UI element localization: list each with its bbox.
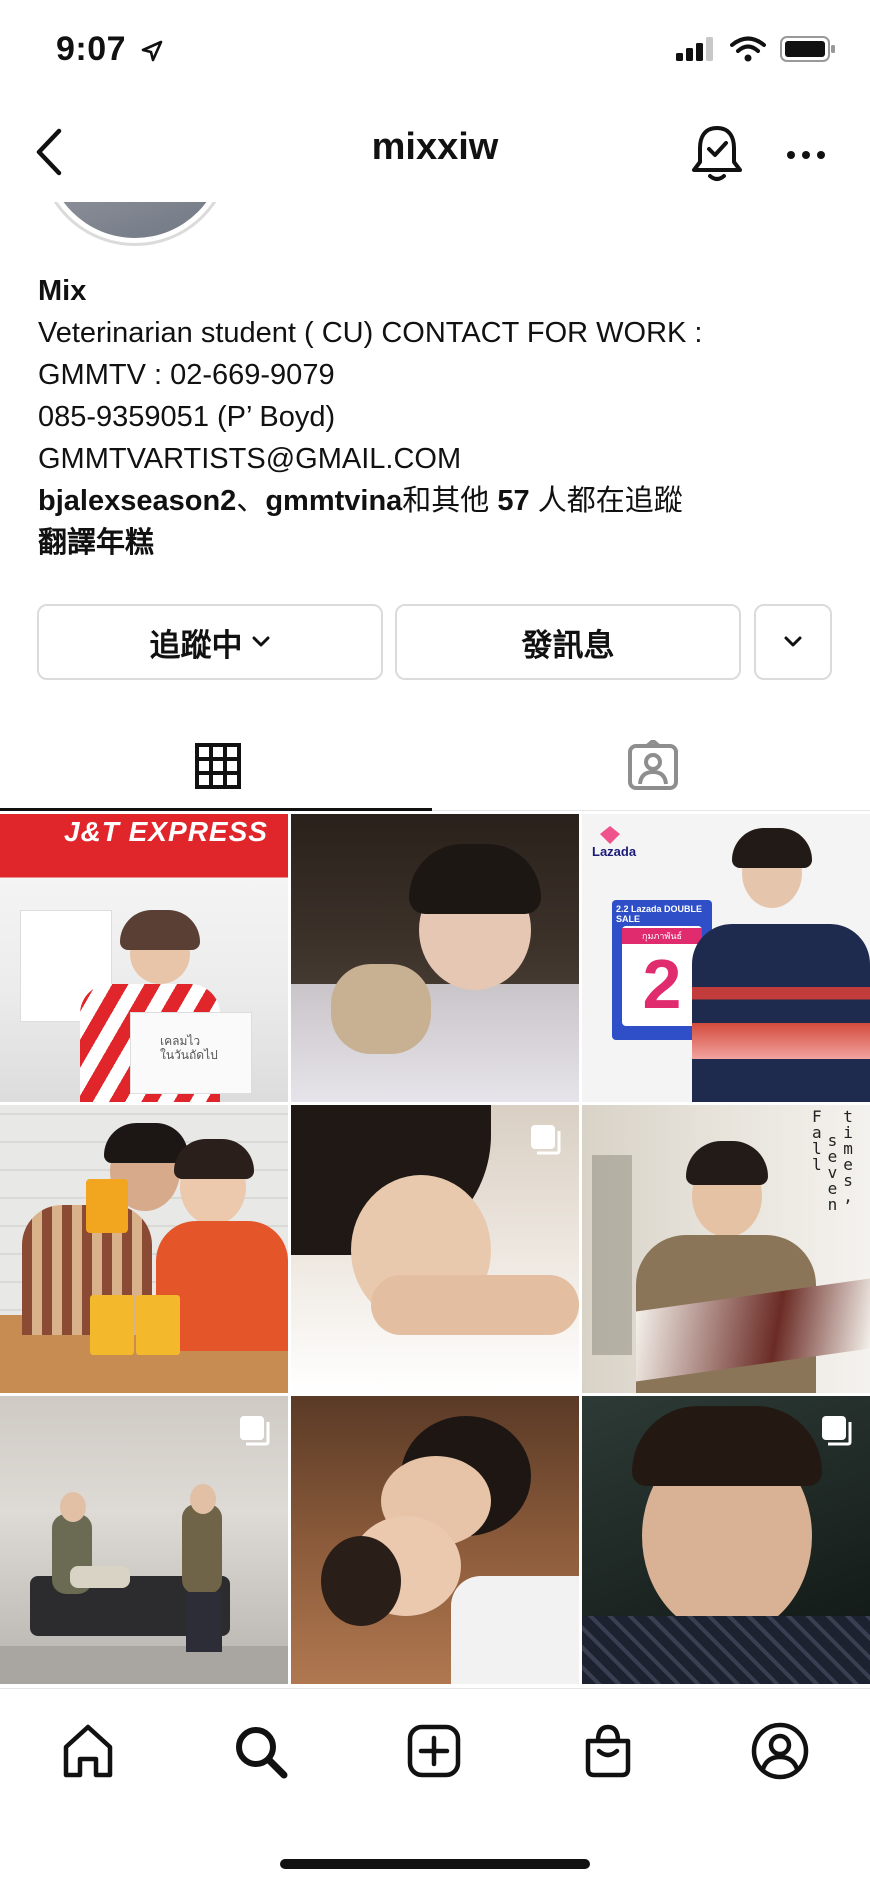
- post-thumbnail[interactable]: [582, 1396, 870, 1684]
- suggested-accounts-button[interactable]: [754, 604, 832, 680]
- bio-line: GMMTV : 02-669-9079: [38, 359, 335, 391]
- avatar[interactable]: [38, 202, 238, 252]
- post-caption-text: เคลมไว ในวันถัดไป: [160, 1034, 218, 1062]
- posts-grid: J&T EXPRESS เคลมไว ในวันถัดไป Lazada 2.2…: [0, 814, 870, 1684]
- chevron-down-icon: [784, 636, 802, 647]
- bell-check-icon: [692, 126, 742, 181]
- chevron-down-icon: [252, 636, 269, 647]
- message-button-label: 發訊息: [521, 627, 615, 663]
- poster-letter: ,: [843, 1187, 853, 1206]
- person-tag-icon: [627, 740, 678, 790]
- post-thumbnail[interactable]: [0, 1396, 288, 1684]
- notification-bell-button[interactable]: [690, 124, 744, 184]
- tab-tagged[interactable]: [435, 722, 870, 810]
- home-indicator: [280, 1859, 590, 1869]
- more-options-button[interactable]: [780, 140, 832, 170]
- post-thumbnail[interactable]: [291, 814, 579, 1102]
- bio-line: Veterinarian student ( CU) CONTACT FOR W…: [38, 317, 703, 349]
- post-logo-text: J&T EXPRESS: [64, 816, 268, 847]
- followed-by-count: 57: [497, 485, 530, 517]
- following-button-label: 追蹤中: [149, 627, 243, 663]
- multiple-posts-icon: [531, 1125, 561, 1155]
- home-icon: [63, 1724, 113, 1778]
- lazada-logo-icon: [600, 826, 620, 844]
- post-thumbnail[interactable]: F a l l s e v e n t i m e s ,: [582, 1105, 870, 1393]
- poster-letter: n: [827, 1195, 838, 1214]
- followed-by-user[interactable]: bjalexseason2: [38, 485, 236, 517]
- location-arrow-icon: [141, 40, 163, 62]
- post-thumbnail[interactable]: [291, 1396, 579, 1684]
- bio-line: GMMTVARTISTS@GMAIL.COM: [38, 443, 462, 475]
- status-time-text: 9:07: [56, 30, 127, 68]
- tab-posts-grid[interactable]: [0, 722, 435, 810]
- poster-letter: l: [812, 1155, 822, 1174]
- home-tab[interactable]: [54, 1717, 122, 1785]
- bio-line: 085-9359051 (P’ Boyd): [38, 401, 336, 433]
- following-button[interactable]: 追蹤中: [37, 604, 383, 680]
- profile-bio: Mix Veterinarian student ( CU) CONTACT F…: [38, 270, 838, 564]
- signal-icon: [676, 37, 713, 61]
- shop-tab[interactable]: [574, 1717, 642, 1785]
- followed-by-line[interactable]: bjalexseason2、gmmtvina和其他 57 人都在追蹤: [38, 480, 838, 522]
- post-thumbnail[interactable]: [0, 1105, 288, 1393]
- multiple-posts-icon: [822, 1416, 852, 1446]
- message-button[interactable]: 發訊息: [395, 604, 741, 680]
- profile-name: Mix: [38, 275, 87, 307]
- post-logo-text: Lazada: [592, 844, 637, 859]
- grid-icon: [194, 743, 241, 789]
- multiple-posts-icon: [240, 1416, 270, 1446]
- post-thumbnail[interactable]: Lazada 2.2 Lazada DOUBLE SALE กุมภาพันธ์…: [582, 814, 870, 1102]
- post-caption-text: 2: [642, 945, 682, 1023]
- profile-avatar-icon: [751, 1722, 809, 1780]
- search-icon: [236, 1727, 288, 1779]
- search-tab[interactable]: [226, 1717, 294, 1785]
- active-tab-indicator: [0, 808, 432, 811]
- followed-by-suffix: 人都在追蹤: [537, 485, 683, 517]
- create-post-tab[interactable]: [400, 1717, 468, 1785]
- post-thumbnail[interactable]: [291, 1105, 579, 1393]
- post-thumbnail[interactable]: J&T EXPRESS เคลมไว ในวันถัดไป: [0, 814, 288, 1102]
- profile-tab[interactable]: [746, 1717, 814, 1785]
- shopping-bag-icon: [585, 1724, 631, 1778]
- followed-by-mid: 和其他: [402, 485, 490, 517]
- post-caption-text: กุมภาพันธ์: [622, 928, 702, 944]
- add-post-icon: [407, 1724, 461, 1778]
- status-time: 9:07: [56, 30, 164, 69]
- followed-by-separator: 、: [236, 485, 266, 517]
- followed-by-user[interactable]: gmmtvina: [265, 485, 402, 517]
- battery-icon: [780, 36, 835, 62]
- status-icons: [676, 36, 836, 62]
- bottom-tab-bar: [0, 1688, 870, 1885]
- more-horizontal-icon: [787, 151, 825, 159]
- translate-link[interactable]: 翻譯年糕: [38, 522, 838, 564]
- post-caption-text: 2.2 Lazada DOUBLE SALE: [616, 904, 703, 924]
- wifi-icon: [730, 36, 766, 62]
